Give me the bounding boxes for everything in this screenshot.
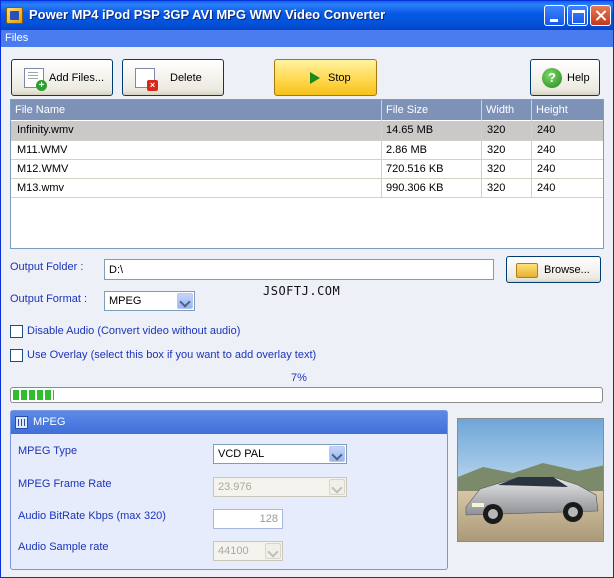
chevron-down-icon[interactable] [329, 446, 345, 462]
column-header-file-size[interactable]: File Size [386, 104, 428, 116]
video-preview-image [457, 418, 604, 542]
audio-sample-rate-label: Audio Sample rate [18, 541, 109, 553]
output-format-select[interactable]: MPEG [104, 291, 195, 311]
chevron-down-icon [329, 479, 345, 495]
file-size-cell: 720.516 KB [386, 163, 444, 175]
mpeg-frame-rate-select: 23.976 [213, 477, 347, 497]
watermark-text: JSOFTJ.COM [263, 284, 341, 298]
column-header-file-name[interactable]: File Name [15, 104, 65, 116]
progress-bar [10, 387, 603, 403]
height-cell: 240 [537, 144, 556, 156]
help-icon: ? [542, 68, 562, 88]
menu-files[interactable]: Files [5, 32, 28, 44]
app-icon [6, 7, 23, 24]
file-name-cell: M13.wmv [17, 182, 65, 194]
file-list[interactable]: File Name File Size Width Height Infinit… [10, 99, 604, 249]
file-size-cell: 990.306 KB [386, 182, 444, 194]
stop-button[interactable]: Stop [274, 59, 377, 96]
table-row[interactable]: Infinity.wmv 14.65 MB 320 240 [11, 121, 603, 140]
table-row[interactable]: M13.wmv 990.306 KB 320 240 [11, 179, 603, 198]
add-file-icon: + [24, 68, 47, 91]
mpeg-type-value: VCD PAL [218, 448, 265, 460]
chevron-down-icon [265, 543, 281, 559]
add-files-label: Add Files... [49, 72, 105, 84]
mpeg-frame-rate-value: 23.976 [218, 481, 252, 493]
main-window: Power MP4 iPod PSP 3GP AVI MPG WMV Video… [0, 0, 614, 578]
file-name-cell: M12.WMV [17, 163, 69, 175]
file-size-cell: 14.65 MB [386, 124, 434, 136]
delete-label: Delete [170, 72, 202, 84]
delete-button[interactable]: × Delete [122, 59, 224, 96]
file-name-cell: Infinity.wmv [17, 124, 74, 136]
use-overlay-label[interactable]: Use Overlay (select this box if you want… [27, 349, 316, 361]
height-cell: 240 [537, 163, 556, 175]
table-row[interactable]: M12.WMV 720.516 KB 320 240 [11, 160, 603, 179]
output-format-value: MPEG [109, 295, 142, 307]
width-cell: 320 [487, 182, 506, 194]
folder-icon [516, 263, 538, 278]
column-header-width[interactable]: Width [486, 104, 514, 116]
file-list-header: File Name File Size Width Height [11, 100, 603, 120]
height-cell: 240 [537, 124, 556, 136]
mpeg-type-label: MPEG Type [18, 445, 78, 457]
play-icon [310, 72, 320, 84]
help-label: Help [567, 72, 590, 84]
browse-label: Browse... [544, 264, 590, 276]
mpeg-panel-title: MPEG [33, 416, 66, 428]
width-cell: 320 [487, 163, 506, 175]
chevron-down-icon[interactable] [177, 293, 193, 309]
stop-label: Stop [328, 72, 351, 84]
mpeg-type-select[interactable]: VCD PAL [213, 444, 347, 464]
height-cell: 240 [537, 182, 556, 194]
audio-sample-rate-select: 44100 [213, 541, 283, 561]
disable-audio-label[interactable]: Disable Audio (Convert video without aud… [27, 325, 240, 337]
browse-button[interactable]: Browse... [506, 256, 601, 283]
file-name-cell: M11.WMV [17, 144, 68, 156]
output-folder-label: Output Folder : [10, 261, 84, 273]
audio-bitrate-label: Audio BitRate Kbps (max 320) [18, 510, 166, 522]
mpeg-frame-rate-label: MPEG Frame Rate [18, 478, 112, 490]
window-title: Power MP4 iPod PSP 3GP AVI MPG WMV Video… [29, 7, 386, 22]
close-button[interactable] [590, 5, 611, 26]
mpeg-panel-header: MPEG [11, 411, 447, 434]
column-header-height[interactable]: Height [536, 104, 568, 116]
output-folder-input[interactable] [104, 259, 494, 280]
output-format-label: Output Format : [10, 293, 88, 305]
file-size-cell: 2.86 MB [386, 144, 427, 156]
use-overlay-checkbox[interactable] [10, 349, 23, 362]
mpeg-settings-panel: MPEG MPEG Type VCD PAL MPEG Frame Rate 2… [10, 410, 448, 570]
width-cell: 320 [487, 124, 506, 136]
menu-bar: Files [1, 30, 613, 47]
calculator-icon [15, 416, 28, 429]
minimize-button[interactable] [544, 5, 565, 26]
audio-bitrate-input[interactable]: 128 [213, 509, 283, 529]
add-files-button[interactable]: + Add Files... [11, 59, 113, 96]
title-bar[interactable]: Power MP4 iPod PSP 3GP AVI MPG WMV Video… [1, 1, 613, 30]
maximize-button[interactable] [567, 5, 588, 26]
help-button[interactable]: ? Help [530, 59, 600, 96]
progress-fill [13, 390, 54, 400]
audio-sample-rate-value: 44100 [218, 545, 249, 557]
progress-percent-text: 7% [291, 372, 307, 384]
table-row[interactable]: M11.WMV 2.86 MB 320 240 [11, 141, 603, 160]
delete-file-icon: × [135, 68, 158, 91]
width-cell: 320 [487, 144, 506, 156]
disable-audio-checkbox[interactable] [10, 325, 23, 338]
